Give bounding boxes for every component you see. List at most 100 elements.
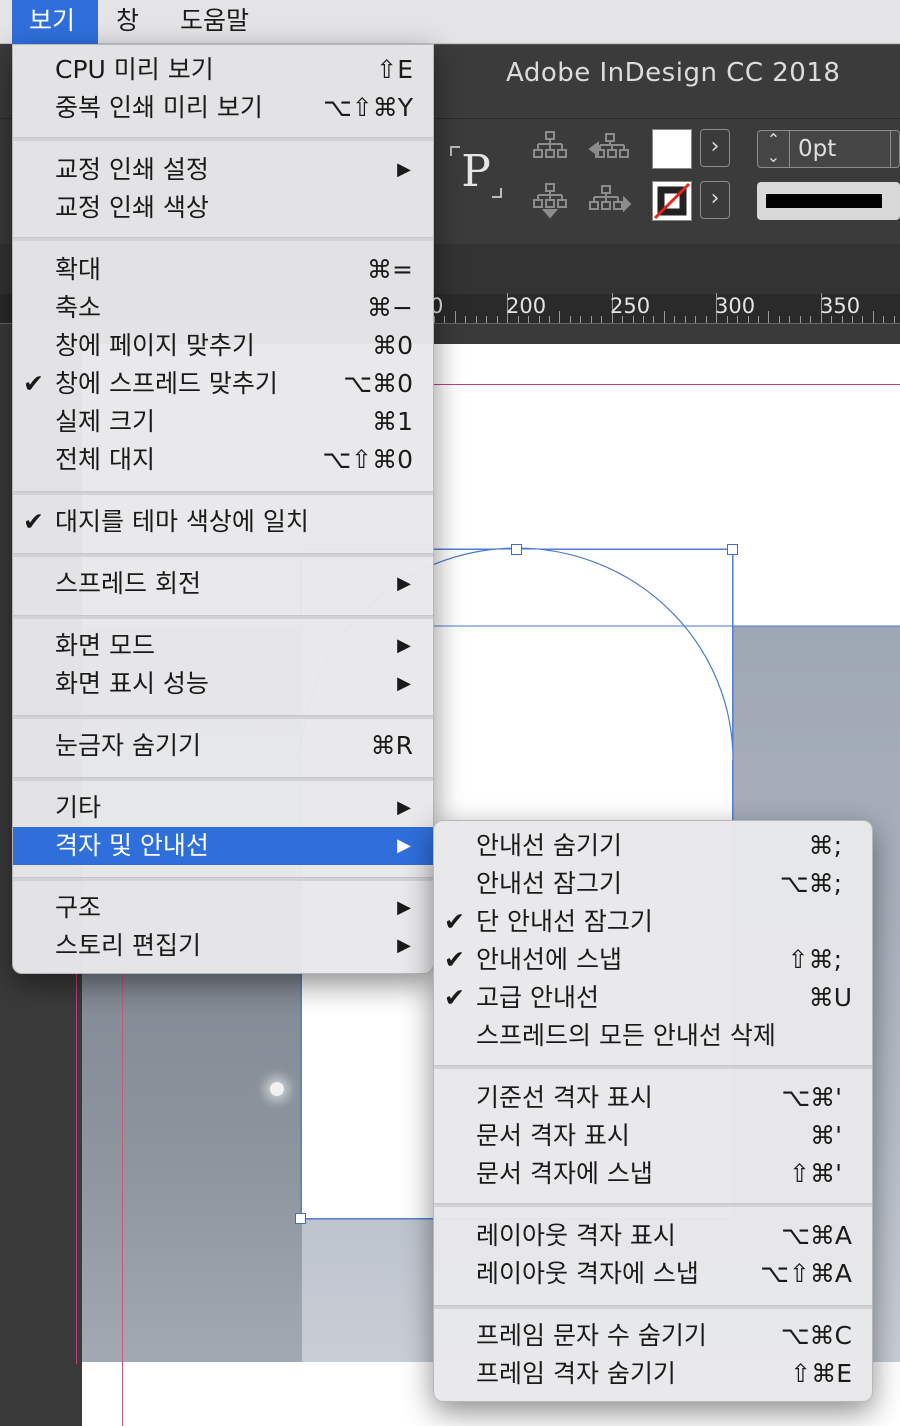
submenu-item-show-document-grid[interactable]: 문서 격자 표시 ⌘' (434, 1117, 872, 1155)
menu-item-proof-colors[interactable]: 교정 인쇄 색상 (13, 189, 433, 227)
grids-guides-submenu: 안내선 숨기기 ⌘; 안내선 잠그기 ⌥⌘; ✔ 단 안내선 잠그기 ✔ 안내선… (433, 820, 873, 1402)
menu-separator (13, 777, 433, 781)
margin-guide (122, 974, 123, 1426)
ruler-tick (454, 311, 456, 323)
submenu-arrow-icon: ▶ (397, 673, 411, 694)
ruler-tick (569, 316, 571, 323)
ruler-tick (872, 311, 874, 323)
menu-item-cpu-preview[interactable]: CPU 미리 보기 ⇧E (13, 51, 433, 89)
ruler-tick (768, 311, 770, 323)
menu-item-fit-spread[interactable]: ✔ 창에 스프레드 맞추기 ⌥⌘0 (13, 365, 433, 403)
menu-item-zoom-in[interactable]: 확대 ⌘= (13, 251, 433, 289)
shortcut: ⌘0 (372, 331, 413, 360)
distribute-top-icon[interactable] (533, 131, 567, 158)
submenu-arrow-icon: ▶ (397, 835, 411, 856)
menu-item-extras[interactable]: 기타 ▶ (13, 789, 433, 827)
checkmark-icon: ✔ (23, 507, 44, 536)
submenu-item-snap-to-layout-grid[interactable]: 레이아웃 격자에 스냅 ⌥⇧⌘A (434, 1255, 872, 1293)
checkmark-icon: ✔ (444, 907, 465, 936)
submenu-arrow-icon: ▶ (397, 935, 411, 956)
stroke-weight-field[interactable]: ⌃ ⌄ 0pt (757, 130, 900, 168)
menu-bar: 보기 창 도움말 (0, 0, 900, 44)
menu-item-overprint-preview[interactable]: 중복 인쇄 미리 보기 ⌥⇧⌘Y (13, 89, 433, 127)
fill-swatch-menu-button[interactable]: › (700, 129, 730, 167)
menu-item-entire-pasteboard[interactable]: 전체 대지 ⌥⇧⌘0 (13, 441, 433, 479)
stroke-color-swatch[interactable] (652, 181, 692, 221)
stepper-down-icon[interactable]: ⌄ (758, 148, 789, 165)
submenu-item-snap-to-document-grid[interactable]: 문서 격자에 스냅 ⇧⌘' (434, 1155, 872, 1193)
ruler-tick (757, 316, 759, 323)
fill-color-swatch[interactable] (652, 129, 692, 169)
menu-separator (13, 137, 433, 141)
shortcut: ⌥⌘' (781, 1083, 842, 1112)
ruler-tick (465, 316, 467, 323)
submenu-item-hide-guides[interactable]: 안내선 숨기기 ⌘; (434, 827, 872, 865)
menu-item-match-pasteboard-theme[interactable]: ✔ 대지를 테마 색상에 일치 (13, 503, 433, 541)
stroke-weight-stepper[interactable]: ⌃ ⌄ (758, 131, 790, 167)
menu-item-grids-guides[interactable]: 격자 및 안내선 ▶ (13, 827, 433, 865)
distribute-right-icon[interactable] (589, 185, 632, 213)
frame-type-icon[interactable]: P (450, 146, 502, 198)
ruler-label: 200 (506, 294, 547, 318)
shortcut: ⌥⌘; (779, 869, 842, 898)
selection-handle[interactable] (295, 1213, 306, 1224)
solid-stroke-preview (766, 194, 882, 208)
ruler-tick (590, 316, 592, 323)
menubar-help[interactable]: 도움말 (180, 0, 249, 44)
shortcut: ⌥⇧⌘Y (322, 93, 413, 122)
submenu-item-show-baseline-grid[interactable]: 기준선 격자 표시 ⌥⌘' (434, 1079, 872, 1117)
stroke-swatch-menu-button[interactable]: › (700, 181, 730, 219)
menu-separator (13, 877, 433, 881)
menubar-window[interactable]: 창 (116, 0, 139, 44)
submenu-item-smart-guides[interactable]: ✔ 고급 안내선 ⌘U (434, 979, 872, 1017)
submenu-item-delete-spread-guides[interactable]: 스프레드의 모든 안내선 삭제 (434, 1017, 872, 1055)
ruler-tick (695, 316, 697, 323)
stroke-weight-value[interactable]: 0pt (798, 131, 836, 167)
distribute-left-icon[interactable] (588, 133, 629, 158)
submenu-item-show-layout-grid[interactable]: 레이아웃 격자 표시 ⌥⌘A (434, 1217, 872, 1255)
shortcut: ⇧⌘; (787, 945, 842, 974)
submenu-item-lock-guides[interactable]: 안내선 잠그기 ⌥⌘; (434, 865, 872, 903)
shortcut: ⌘R (370, 731, 413, 760)
selection-handle[interactable] (511, 544, 522, 555)
menu-separator (13, 553, 433, 557)
checkmark-icon: ✔ (444, 983, 465, 1012)
menu-item-zoom-out[interactable]: 축소 ⌘− (13, 289, 433, 327)
menu-separator (434, 1065, 872, 1069)
menu-item-actual-size[interactable]: 실제 크기 ⌘1 (13, 403, 433, 441)
menu-item-screen-mode[interactable]: 화면 모드 ▶ (13, 627, 433, 665)
view-menu: CPU 미리 보기 ⇧E 중복 인쇄 미리 보기 ⌥⇧⌘Y 교정 인쇄 설정 ▶… (12, 44, 434, 974)
menu-item-proof-setup[interactable]: 교정 인쇄 설정 ▶ (13, 151, 433, 189)
menu-item-rotate-spread[interactable]: 스프레드 회전 ▶ (13, 565, 433, 603)
shortcut: ⌘' (810, 1121, 842, 1150)
menu-separator (13, 715, 433, 719)
menu-item-hide-rulers[interactable]: 눈금자 숨기기 ⌘R (13, 727, 433, 765)
ruler-tick (684, 316, 686, 323)
align-distribute-icons (533, 131, 632, 219)
selection-handle[interactable] (727, 544, 738, 555)
submenu-arrow-icon: ▶ (397, 897, 411, 918)
ruler-tick (580, 316, 582, 323)
menu-item-story-editor[interactable]: 스토리 편집기 ▶ (13, 927, 433, 965)
ruler-tick (810, 316, 812, 323)
stepper-up-icon[interactable]: ⌃ (758, 131, 789, 148)
menu-item-display-performance[interactable]: 화면 표시 성능 ▶ (13, 665, 433, 703)
ruler-tick (601, 316, 603, 323)
shortcut: ⌥⌘C (780, 1321, 852, 1350)
menu-separator (13, 237, 433, 241)
menu-item-structure[interactable]: 구조 ▶ (13, 889, 433, 927)
menu-item-fit-page[interactable]: 창에 페이지 맞추기 ⌘0 (13, 327, 433, 365)
submenu-item-lock-column-guides[interactable]: ✔ 단 안내선 잠그기 (434, 903, 872, 941)
ruler-tick (674, 316, 676, 323)
checkmark-icon: ✔ (23, 369, 44, 398)
ruler-tick (862, 316, 864, 323)
submenu-item-hide-frame-grid[interactable]: 프레임 격자 숨기기 ⇧⌘E (434, 1355, 872, 1393)
menu-separator (13, 615, 433, 619)
ruler-tick (653, 316, 655, 323)
submenu-item-hide-frame-character-count[interactable]: 프레임 문자 수 숨기기 ⌥⌘C (434, 1317, 872, 1355)
distribute-bottom-icon[interactable] (533, 183, 567, 219)
stroke-type-select[interactable] (757, 182, 900, 220)
menubar-view[interactable]: 보기 (12, 0, 98, 44)
ruler-tick (789, 316, 791, 323)
submenu-item-snap-to-guides[interactable]: ✔ 안내선에 스냅 ⇧⌘; (434, 941, 872, 979)
